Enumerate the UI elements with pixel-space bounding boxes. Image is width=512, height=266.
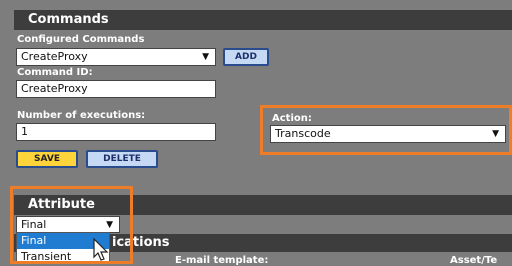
chevron-down-icon: ▼ <box>202 52 209 62</box>
delete-button[interactable]: DELETE <box>86 150 158 168</box>
attribute-highlight-box <box>10 186 133 264</box>
configured-commands-value: CreateProxy <box>21 50 88 63</box>
asset-label: Asset/Te <box>450 255 498 266</box>
add-button[interactable]: ADD <box>223 48 269 66</box>
executions-input[interactable]: 1 <box>16 123 216 141</box>
action-highlight-box <box>260 105 512 155</box>
command-id-value: CreateProxy <box>21 82 88 95</box>
save-button[interactable]: SAVE <box>16 150 78 168</box>
commands-section-header: Commands <box>14 10 512 30</box>
configured-commands-select[interactable]: CreateProxy ▼ <box>16 48 216 66</box>
executions-value: 1 <box>21 125 28 138</box>
command-id-input[interactable]: CreateProxy <box>16 80 216 98</box>
delete-button-label: DELETE <box>103 154 141 164</box>
save-button-label: SAVE <box>34 154 60 164</box>
email-template-label: E-mail template: <box>175 255 269 266</box>
add-button-label: ADD <box>235 52 257 62</box>
executions-label: Number of executions: <box>17 110 146 121</box>
configured-commands-label: Configured Commands <box>17 34 145 45</box>
commands-title: Commands <box>28 12 109 27</box>
command-id-label: Command ID: <box>17 67 93 78</box>
